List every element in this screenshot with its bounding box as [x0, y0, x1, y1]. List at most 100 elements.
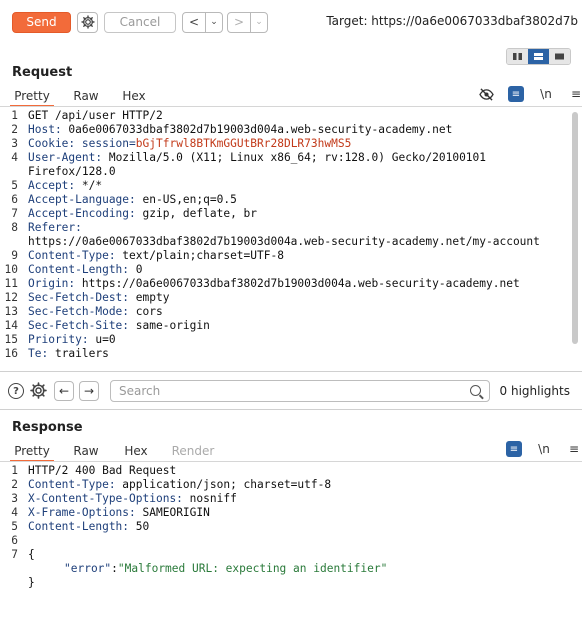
- header-name: Content-Length:: [28, 263, 130, 276]
- header-value: 0a6e0067033dbaf3802d7b19003d004a.web-sec…: [61, 123, 453, 136]
- code-line: 4 User-Agent: Mozilla/5.0 (X11; Linux x86…: [0, 151, 582, 165]
- target-url[interactable]: Target: https://0a6e0067033dbaf3802d7b: [326, 14, 578, 28]
- header-value: 50: [129, 520, 150, 533]
- header-value: cors: [129, 305, 163, 318]
- toolbar: Send Cancel < ⌄ > ⌄ Target: https://0a6e…: [0, 0, 582, 44]
- response-tab-pretty[interactable]: Pretty: [10, 442, 54, 462]
- back-history-dropdown[interactable]: ⌄: [206, 13, 222, 32]
- json-separator: :: [111, 562, 118, 575]
- header-name: Priority:: [28, 333, 89, 346]
- columns-icon: [513, 53, 522, 60]
- request-scrollbar[interactable]: [572, 112, 578, 344]
- request-menu-button[interactable]: ≡: [568, 86, 582, 102]
- line-number: 7: [11, 548, 18, 561]
- search-settings-button[interactable]: [30, 382, 47, 402]
- header-value: Mozilla/5.0 (X11; Linux x86_64; rv:128.0…: [102, 151, 487, 164]
- code-line: 1 GET /api/user HTTP/2: [0, 109, 582, 123]
- line-text: GET /api/user HTTP/2: [28, 109, 163, 123]
- header-name: Origin:: [28, 277, 76, 290]
- code-line: 3 X-Content-Type-Options: nosniff: [0, 492, 582, 506]
- line-number: 4: [11, 506, 18, 519]
- json-key: "error": [64, 562, 112, 575]
- response-editor[interactable]: 1 HTTP/2 400 Bad Request 2 Content-Type: ap…: [0, 464, 582, 614]
- code-line: 3 Cookie: session=bGjTfrwl8BTKmGGUtBRr28D…: [0, 137, 582, 151]
- line-text: Cookie: session=bGjTfrwl8BTKmGGUtBRr28DL…: [28, 137, 351, 151]
- request-editor[interactable]: 1 GET /api/user HTTP/2 2 Host: 0a6e0067033d…: [0, 109, 582, 369]
- response-wrap-lines-button[interactable]: ≡: [506, 441, 522, 457]
- single-pane-icon: [555, 53, 564, 60]
- cancel-button[interactable]: Cancel: [104, 11, 176, 33]
- hide-nonprintable-button[interactable]: [478, 86, 494, 102]
- header-value: Firefox/128.0: [28, 165, 116, 178]
- header-value: HTTP/2 400 Bad Request: [28, 464, 177, 477]
- line-text: User-Agent: Mozilla/5.0 (X11; Linux x86_…: [28, 151, 486, 165]
- request-tab-pretty[interactable]: Pretty: [10, 87, 54, 107]
- back-button[interactable]: <: [183, 13, 205, 32]
- line-text: }: [28, 576, 35, 590]
- response-tab-hex[interactable]: Hex: [116, 442, 156, 462]
- search-next-button[interactable]: →: [79, 381, 99, 401]
- line-text: Sec-Fetch-Dest: empty: [28, 291, 169, 305]
- code-line: 5 Accept: */*: [0, 179, 582, 193]
- response-tab-raw[interactable]: Raw: [66, 442, 106, 462]
- line-text: Content-Type: text/plain;charset=UTF-8: [28, 249, 284, 263]
- line-number: 9: [11, 249, 18, 262]
- layout-stacked-button[interactable]: [528, 49, 549, 64]
- code-line: 11 Origin: https://0a6e0067033dbaf3802d7b…: [0, 277, 582, 291]
- line-text: Sec-Fetch-Mode: cors: [28, 305, 163, 319]
- line-number: 2: [11, 123, 18, 136]
- response-menu-button[interactable]: ≡: [566, 441, 582, 457]
- line-number: 2: [11, 478, 18, 491]
- header-value: https://0a6e0067033dbaf3802d7b19003d004a…: [28, 235, 540, 248]
- line-text: X-Content-Type-Options: nosniff: [28, 492, 237, 506]
- header-value: SAMEORIGIN: [135, 506, 210, 519]
- code-line: 16 Te: trailers: [0, 347, 582, 361]
- search-input[interactable]: [110, 380, 490, 402]
- header-value: empty: [129, 291, 170, 304]
- code-line: 9 Content-Type: text/plain;charset=UTF-8: [0, 249, 582, 263]
- line-text: Accept: */*: [28, 179, 102, 193]
- header-name: X-Content-Type-Options:: [28, 492, 183, 505]
- layout-side-by-side-button[interactable]: [507, 49, 528, 64]
- settings-button[interactable]: [77, 11, 98, 33]
- layout-single-button[interactable]: [549, 49, 570, 64]
- header-name: Content-Type:: [28, 249, 116, 262]
- line-number: 6: [11, 534, 18, 547]
- line-text: Te: trailers: [28, 347, 109, 361]
- line-text: Sec-Fetch-Site: same-origin: [28, 319, 210, 333]
- search-previous-button[interactable]: ←: [54, 381, 74, 401]
- line-number: 3: [11, 137, 18, 150]
- code-line: 15 Priority: u=0: [0, 333, 582, 347]
- code-line: 13 Sec-Fetch-Mode: cors: [0, 305, 582, 319]
- line-number: 8: [11, 221, 18, 234]
- line-text: HTTP/2 400 Bad Request: [28, 464, 176, 478]
- header-name: Content-Type:: [28, 478, 116, 491]
- line-number: 5: [11, 520, 18, 533]
- json-value: "Malformed URL: expecting an identifier": [117, 562, 388, 575]
- code-line: 2 Host: 0a6e0067033dbaf3802d7b19003d004a.…: [0, 123, 582, 137]
- header-name: User-Agent:: [28, 151, 103, 164]
- line-number: 3: [11, 492, 18, 505]
- request-tab-raw[interactable]: Raw: [66, 87, 106, 107]
- code-line: 2 Content-Type: application/json; charset…: [0, 478, 582, 492]
- header-value: trailers: [48, 347, 109, 360]
- header-name: Host:: [28, 123, 62, 136]
- header-value: en-US,en;q=0.5: [135, 193, 237, 206]
- response-show-newlines-button[interactable]: \n: [536, 441, 552, 457]
- request-tab-hex[interactable]: Hex: [114, 87, 154, 107]
- forward-button[interactable]: >: [228, 13, 250, 32]
- help-icon[interactable]: ?: [8, 383, 24, 399]
- line-number: 15: [4, 333, 18, 346]
- forward-nav: > ⌄: [227, 11, 268, 33]
- eye-off-icon: [478, 87, 494, 101]
- request-show-newlines-button[interactable]: \n: [538, 86, 554, 102]
- line-text: Referer:: [28, 221, 82, 235]
- code-line: https://0a6e0067033dbaf3802d7b19003d004a…: [0, 235, 582, 249]
- line-text: X-Frame-Options: SAMEORIGIN: [28, 506, 210, 520]
- code-line: "error":"Malformed URL: expecting an ide…: [0, 562, 582, 576]
- send-button[interactable]: Send: [12, 11, 71, 33]
- request-wrap-lines-button[interactable]: ≡: [508, 86, 524, 102]
- header-value: nosniff: [182, 492, 237, 505]
- response-tab-render[interactable]: Render: [168, 442, 218, 462]
- forward-history-dropdown[interactable]: ⌄: [251, 13, 267, 32]
